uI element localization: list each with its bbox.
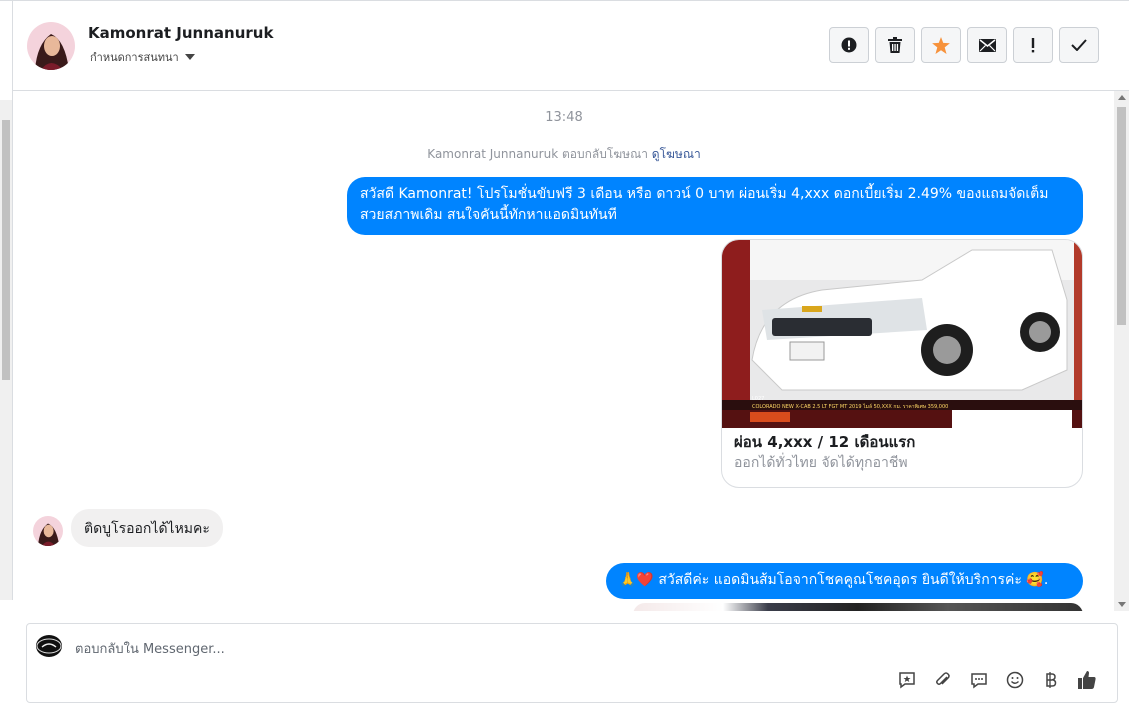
left-scrollbar[interactable]	[0, 100, 13, 600]
thread-scrollbar[interactable]	[1114, 91, 1129, 611]
alert-circle-icon	[841, 37, 857, 53]
ad-card[interactable]: L027 COLORADO NEW X-CAB 2.5 LT FGT MT 20…	[721, 239, 1083, 488]
delete-button[interactable]	[875, 27, 915, 63]
view-ad-link[interactable]: ดูโฆษณา	[652, 147, 701, 161]
mark-unread-button[interactable]	[967, 27, 1007, 63]
done-button[interactable]	[1059, 27, 1099, 63]
message-thread[interactable]: 13:48 Kamonrat Junnanuruk ตอบกลับโฆษณา ด…	[13, 91, 1115, 611]
envelope-icon	[978, 38, 996, 52]
message-timestamp: 13:48	[545, 110, 583, 125]
image-caption-text: COLORADO NEW X-CAB 2.5 LT FGT MT 2019 ไม…	[752, 403, 948, 410]
conversation-header: Kamonrat Junnanuruk กำหนดการสนทนา	[13, 1, 1129, 91]
check-icon	[1071, 39, 1087, 51]
paperclip-icon	[936, 672, 950, 685]
important-button[interactable]	[1013, 27, 1053, 63]
reply-composer[interactable]: ตอบกลับใน Messenger...	[26, 623, 1118, 703]
ad-card-image[interactable]: L027 COLORADO NEW X-CAB 2.5 LT FGT MT 20…	[722, 240, 1083, 428]
saved-reply-icon	[899, 672, 915, 689]
assign-conversation-dropdown[interactable]: กำหนดการสนทนา	[90, 48, 195, 66]
thumbs-up-icon	[1078, 671, 1096, 689]
thread-scrollbar-thumb[interactable]	[1117, 107, 1126, 325]
outgoing-message[interactable]: สวัสดี Kamonrat! โปรโมชั่นขับฟรี 3 เดือน…	[347, 177, 1083, 235]
attachment-preview-partial[interactable]	[633, 603, 1083, 611]
incoming-message[interactable]: ติดบูโรออกได้ไหมคะ	[71, 509, 223, 547]
report-button[interactable]	[829, 27, 869, 63]
smiley-icon	[1006, 671, 1024, 689]
exclamation-icon	[1031, 38, 1035, 53]
contact-avatar[interactable]	[27, 22, 75, 70]
left-scrollbar-thumb[interactable]	[2, 120, 10, 380]
ad-reply-note: Kamonrat Junnanuruk ตอบกลับโฆษณา ดูโฆษณา	[13, 145, 1115, 164]
caret-down-icon	[184, 54, 195, 60]
ad-reply-text: Kamonrat Junnanuruk ตอบกลับโฆษณา	[427, 147, 648, 161]
reply-input[interactable]: ตอบกลับใน Messenger...	[75, 638, 225, 659]
baht-icon	[1046, 672, 1057, 688]
saved-reply-button[interactable]	[897, 670, 917, 690]
chat-bubble-button[interactable]	[969, 670, 989, 690]
chat-dots-icon	[971, 673, 987, 689]
image-tag-text: L027	[752, 396, 764, 402]
emoji-button[interactable]	[1005, 670, 1025, 690]
trash-icon	[888, 37, 902, 53]
composer-tools	[897, 670, 1097, 690]
assign-label: กำหนดการสนทนา	[90, 51, 179, 64]
page-avatar	[36, 635, 62, 657]
ad-card-title: ผ่อน 4,xxx / 12 เดือนแรก	[734, 433, 916, 451]
scroll-up-arrow-icon[interactable]	[1118, 95, 1126, 100]
ad-card-description: ออกได้ทั่วไทย จัดได้ทุกอาชีพ	[734, 455, 908, 471]
attach-button[interactable]	[933, 670, 953, 690]
outgoing-message-2[interactable]: 🙏❤️ สวัสดีค่ะ แอดมินส้มโอจากโชคคูณโชคอุด…	[606, 563, 1083, 599]
like-button[interactable]	[1077, 670, 1097, 690]
contact-name[interactable]: Kamonrat Junnanuruk	[88, 24, 273, 42]
header-actions	[829, 27, 1099, 63]
star-button[interactable]	[921, 27, 961, 63]
star-icon	[932, 36, 950, 54]
payment-button[interactable]	[1041, 670, 1061, 690]
scroll-down-arrow-icon[interactable]	[1118, 602, 1126, 607]
contact-avatar-small[interactable]	[33, 516, 63, 546]
